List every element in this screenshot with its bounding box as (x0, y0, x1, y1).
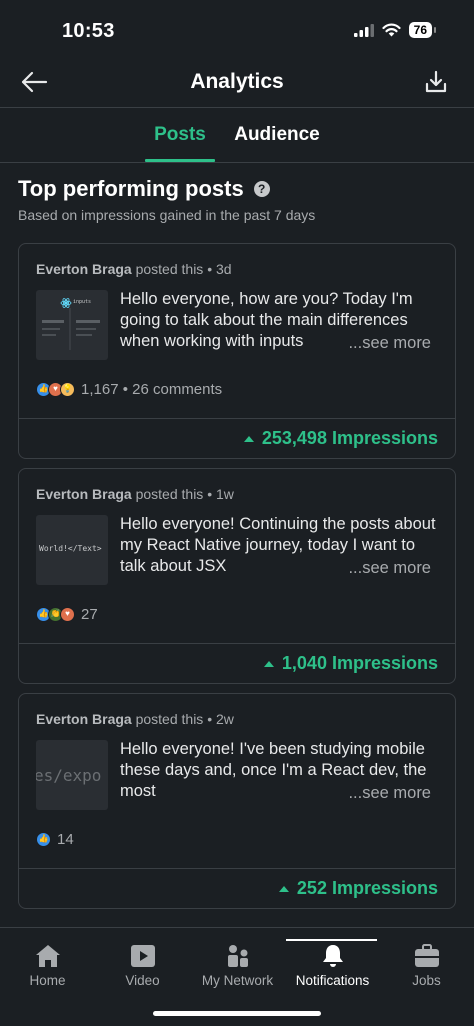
section-title: Top performing posts (18, 176, 244, 201)
section-header: Top performing posts ? (18, 176, 270, 202)
wifi-icon (382, 23, 401, 37)
post-reactions[interactable]: 👍 ♥ 💡 1,167 • 26 comments (36, 381, 222, 398)
impressions-count: 1,040 Impressions (281, 653, 438, 673)
card-divider (19, 868, 455, 869)
nav-label: Notifications (295, 973, 370, 988)
nav-label: Video (125, 973, 160, 988)
thumbnail-caption: inputs (73, 299, 92, 305)
trend-up-icon (243, 435, 254, 442)
reaction-icons: 👍 (36, 832, 51, 847)
post-card[interactable]: Everton Braga posted this • 2w es/expo H… (18, 693, 456, 909)
analytics-tabs: Posts Audience (0, 108, 474, 163)
post-reactions[interactable]: 👍 👏 ♥ 27 (36, 606, 98, 623)
nav-my-network[interactable]: My Network (190, 928, 285, 998)
impressions-count: 253,498 Impressions (261, 428, 438, 448)
reaction-count: 1,167 • 26 comments (81, 381, 223, 398)
section-subtitle: Based on impressions gained in the past … (18, 207, 316, 223)
help-icon[interactable]: ? (253, 181, 270, 197)
nav-label: My Network (201, 973, 274, 988)
nav-notifications[interactable]: Notifications (285, 928, 380, 998)
trend-up-icon (278, 885, 289, 892)
post-card[interactable]: Everton Braga posted this • 3d inputs He… (18, 243, 456, 459)
page-title: Analytics (190, 70, 284, 93)
impressions-link[interactable]: 253,498 Impressions (243, 428, 438, 449)
battery-indicator: 76 (408, 22, 437, 38)
post-author[interactable]: Everton Braga (36, 261, 132, 277)
impressions-link[interactable]: 252 Impressions (278, 878, 438, 899)
app-header: Analytics (0, 60, 474, 108)
post-author-line: Everton Braga posted this • 3d (36, 261, 232, 277)
status-time: 10:53 (62, 20, 115, 42)
download-icon (425, 70, 447, 93)
trend-up-icon (263, 660, 274, 667)
network-icon (227, 945, 248, 967)
post-reactions[interactable]: 👍 14 (36, 831, 74, 848)
post-card[interactable]: Everton Braga posted this • 1w World!</T… (18, 468, 456, 684)
post-author[interactable]: Everton Braga (36, 711, 132, 727)
see-more-link[interactable]: ...see more (344, 559, 431, 578)
impressions-count: 252 Impressions (296, 878, 438, 898)
tab-audience[interactable]: Audience (230, 124, 324, 146)
post-author-line: Everton Braga posted this • 2w (36, 711, 234, 727)
nav-video[interactable]: Video (95, 928, 190, 998)
active-tab-indicator (145, 159, 215, 162)
reaction-icons: 👍 ♥ 💡 (36, 382, 75, 397)
post-thumbnail[interactable]: es/expo (36, 740, 108, 810)
download-button[interactable] (424, 70, 450, 96)
nav-label: Home (29, 973, 66, 988)
see-more-link[interactable]: ...see more (344, 334, 431, 353)
card-divider (19, 418, 455, 419)
briefcase-icon (414, 944, 439, 967)
post-thumbnail[interactable]: inputs (36, 290, 108, 360)
card-divider (19, 643, 455, 644)
thumbnail-code: World!</Text> (39, 544, 102, 553)
see-more-link[interactable]: ...see more (344, 784, 431, 803)
nav-jobs[interactable]: Jobs (379, 928, 474, 998)
home-icon (35, 945, 60, 967)
react-logo-icon (42, 298, 100, 350)
post-meta: posted this • 3d (131, 261, 232, 277)
post-meta: posted this • 1w (131, 486, 234, 502)
status-icons: 76 (353, 22, 437, 38)
love-icon: ♥ (60, 607, 75, 622)
thumbnail-code: es/expo (36, 766, 102, 785)
tab-posts[interactable]: Posts (146, 124, 214, 146)
nav-label: Jobs (412, 973, 441, 988)
bell-icon (322, 945, 343, 967)
status-bar: 10:53 76 (0, 0, 474, 60)
signal-icon (353, 23, 374, 37)
home-indicator[interactable] (153, 1011, 321, 1016)
reaction-icons: 👍 👏 ♥ (36, 607, 75, 622)
post-author-line: Everton Braga posted this • 1w (36, 486, 234, 502)
post-thumbnail[interactable]: World!</Text> (36, 515, 108, 585)
post-author[interactable]: Everton Braga (36, 486, 132, 502)
post-meta: posted this • 2w (131, 711, 234, 727)
like-icon: 👍 (36, 832, 51, 847)
insightful-icon: 💡 (60, 382, 75, 397)
reaction-count: 27 (81, 606, 98, 623)
impressions-link[interactable]: 1,040 Impressions (263, 653, 438, 674)
video-icon (130, 945, 155, 967)
nav-home[interactable]: Home (0, 928, 95, 998)
reaction-count: 14 (57, 831, 74, 848)
